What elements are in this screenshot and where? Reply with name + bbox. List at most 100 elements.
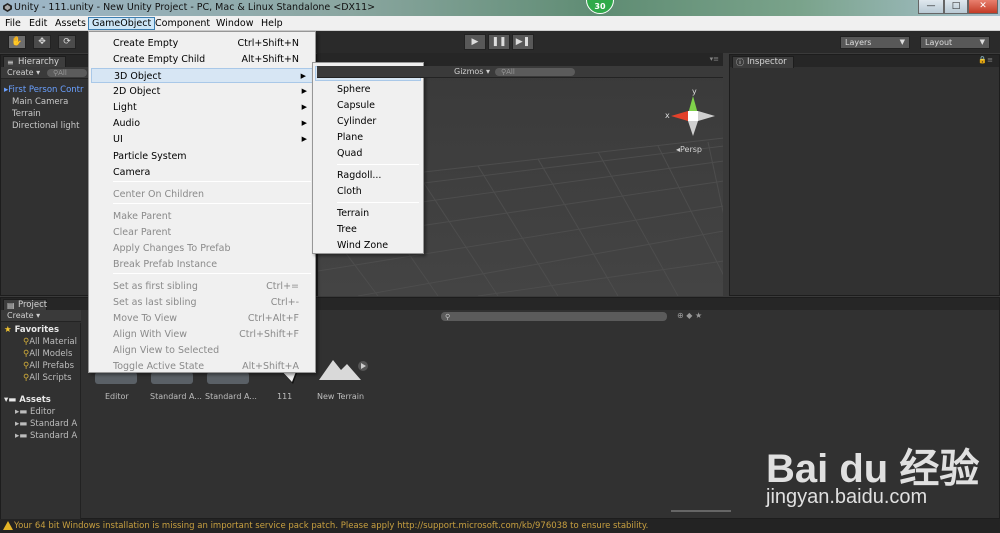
menu-separator — [337, 164, 419, 165]
asset-folder-item[interactable]: ▸▬ Standard A — [15, 431, 77, 441]
move-tool-button[interactable]: ✥ — [33, 35, 51, 49]
asset-folder-item[interactable]: ▸▬ Editor — [15, 407, 55, 417]
menu-item-label: Create Empty Child — [113, 54, 206, 65]
layers-dropdown[interactable]: Layers ▼ — [840, 36, 910, 49]
submenu-item-quad[interactable]: Quad — [315, 146, 421, 161]
persp-label[interactable]: ◂Persp — [676, 145, 702, 154]
assets-header[interactable]: ▾▬ Assets — [4, 395, 51, 405]
close-button[interactable]: ✕ — [968, 0, 998, 14]
menu-item-audio[interactable]: Audio ▶ — [91, 116, 313, 131]
asset-item-label[interactable]: 111 — [277, 392, 292, 401]
submenu-item-ragdoll[interactable]: Ragdoll... — [315, 168, 421, 183]
tab-project-label: Project — [18, 300, 48, 310]
minimize-button[interactable]: — — [918, 0, 944, 14]
submenu-item-sphere[interactable]: Sphere — [315, 82, 421, 97]
asset-item-label[interactable]: Standard A... — [205, 392, 257, 401]
menu-item-toggle-active-state[interactable]: Toggle Active State Alt+Shift+A — [91, 359, 313, 374]
persp-text: Persp — [680, 145, 703, 154]
search-icon: ⚲ — [445, 313, 451, 321]
tab-inspector[interactable]: ⓘ Inspector — [732, 56, 794, 68]
favorite-item[interactable]: ⚲All Material — [23, 337, 77, 347]
menu-file[interactable]: File — [2, 17, 24, 30]
menu-item-2d-object[interactable]: 2D Object ▶ — [91, 84, 313, 99]
menu-item-apply-changes-to-prefab[interactable]: Apply Changes To Prefab — [91, 241, 313, 256]
scene-search-input[interactable]: ⚲All — [495, 68, 575, 76]
lock-icon[interactable]: 🔒≡ — [978, 56, 993, 64]
menu-item-create-empty[interactable]: Create Empty Ctrl+Shift+N — [91, 36, 313, 51]
menu-assets[interactable]: Assets — [52, 17, 89, 30]
submenu-item-tree[interactable]: Tree — [315, 222, 421, 237]
submenu-item-plane[interactable]: Plane — [315, 130, 421, 145]
maximize-button[interactable]: □ — [944, 0, 968, 14]
hierarchy-item[interactable]: Terrain — [12, 109, 41, 119]
submenu-item-label: Cloth — [337, 186, 362, 197]
asset-folder-item[interactable]: ▸▬ Standard A — [15, 419, 77, 429]
gizmos-dropdown[interactable]: Gizmos ▾ — [454, 67, 490, 76]
menu-window[interactable]: Window — [213, 17, 256, 30]
chevron-down-icon: ▼ — [979, 38, 985, 46]
menu-item-3d-object[interactable]: 3D Object ▶ — [91, 68, 313, 83]
chevron-right-icon: ▶ — [300, 72, 306, 80]
asset-item-label[interactable]: Editor — [105, 392, 129, 401]
menu-separator — [337, 202, 419, 203]
project-create-button[interactable]: Create ▾ — [7, 311, 40, 320]
menu-gameobject[interactable]: GameObject — [88, 17, 156, 30]
submenu-item-terrain[interactable]: Terrain — [315, 206, 421, 221]
submenu-item-wind-zone[interactable]: Wind Zone — [315, 238, 421, 253]
favorites-label: Favorites — [14, 325, 60, 335]
chevron-right-icon: ▶ — [301, 87, 307, 95]
filter-icons[interactable]: ⊕ ◆ ★ — [677, 311, 702, 320]
menu-item-particle-system[interactable]: Particle System — [91, 149, 313, 164]
favorite-item[interactable]: ⚲All Scripts — [23, 373, 72, 383]
menu-item-ui[interactable]: UI ▶ — [91, 132, 313, 147]
project-search-input[interactable]: ⚲ — [441, 312, 667, 321]
hand-tool-button[interactable]: ✋ — [8, 35, 26, 49]
menu-item-camera[interactable]: Camera — [91, 165, 313, 180]
menu-item-shortcut: Ctrl+= — [266, 281, 299, 292]
submenu-item-cloth[interactable]: Cloth — [315, 184, 421, 199]
asset-item-label[interactable]: New Terrain — [317, 392, 364, 401]
play-button[interactable]: ▶ — [464, 34, 486, 50]
chevron-right-icon: ▶ — [301, 119, 307, 127]
layout-dropdown[interactable]: Layout ▼ — [920, 36, 990, 49]
hierarchy-item[interactable]: Directional light — [12, 121, 80, 131]
menu-item-label: Center On Children — [113, 189, 205, 200]
menu-edit[interactable]: Edit — [26, 17, 50, 30]
asset-item-label[interactable]: Standard A... — [150, 392, 202, 401]
menu-item-break-prefab-instance[interactable]: Break Prefab Instance — [91, 257, 313, 272]
baidu-watermark: Bai du 经验 jingyan.baidu.com — [766, 428, 992, 512]
pause-button[interactable]: ❚❚ — [488, 34, 510, 50]
hierarchy-create-button[interactable]: Create ▾ — [7, 68, 40, 77]
hierarchy-item-label: First Person Contr — [8, 85, 84, 95]
step-button[interactable]: ▶❚ — [512, 34, 534, 50]
favorite-label: All Material — [29, 337, 78, 347]
asset-folder-label: Standard A — [30, 431, 78, 441]
zoom-slider[interactable] — [671, 510, 731, 512]
menu-item-center-on-children[interactable]: Center On Children — [91, 187, 313, 202]
menu-item-align-view-to-selected[interactable]: Align View to Selected — [91, 343, 313, 358]
menu-item-move-to-view[interactable]: Move To View Ctrl+Alt+F — [91, 311, 313, 326]
favorites-header[interactable]: ★ Favorites — [4, 325, 59, 335]
menu-item-label: Set as last sibling — [113, 297, 197, 308]
menu-item-clear-parent[interactable]: Clear Parent — [91, 225, 313, 240]
favorite-item[interactable]: ⚲All Prefabs — [23, 361, 74, 371]
menu-item-set-as-last-sibling[interactable]: Set as last sibling Ctrl+- — [91, 295, 313, 310]
menu-item-make-parent[interactable]: Make Parent — [91, 209, 313, 224]
menu-item-light[interactable]: Light ▶ — [91, 100, 313, 115]
menu-component[interactable]: Component — [152, 17, 213, 30]
menu-item-align-with-view[interactable]: Align With View Ctrl+Shift+F — [91, 327, 313, 342]
favorite-item[interactable]: ⚲All Models — [23, 349, 72, 359]
menu-item-create-empty-child[interactable]: Create Empty Child Alt+Shift+N — [91, 52, 313, 67]
hierarchy-item[interactable]: Main Camera — [12, 97, 68, 107]
rotate-tool-button[interactable]: ⟳ — [58, 35, 76, 49]
submenu-item-cylinder[interactable]: Cylinder — [315, 114, 421, 129]
hierarchy-search-input[interactable]: ⚲All — [47, 69, 87, 77]
submenu-item-capsule[interactable]: Capsule — [315, 98, 421, 113]
hierarchy-item[interactable]: ▸First Person Contr — [4, 85, 84, 95]
menu-item-label: Break Prefab Instance — [113, 259, 218, 270]
terrain-mountain-icon[interactable] — [317, 354, 369, 382]
menu-item-set-as-first-sibling[interactable]: Set as first sibling Ctrl+= — [91, 279, 313, 294]
panel-menu-icon[interactable]: ▾≡ — [710, 55, 719, 63]
menu-item-shortcut: Ctrl+Alt+F — [247, 313, 299, 324]
menu-help[interactable]: Help — [258, 17, 286, 30]
